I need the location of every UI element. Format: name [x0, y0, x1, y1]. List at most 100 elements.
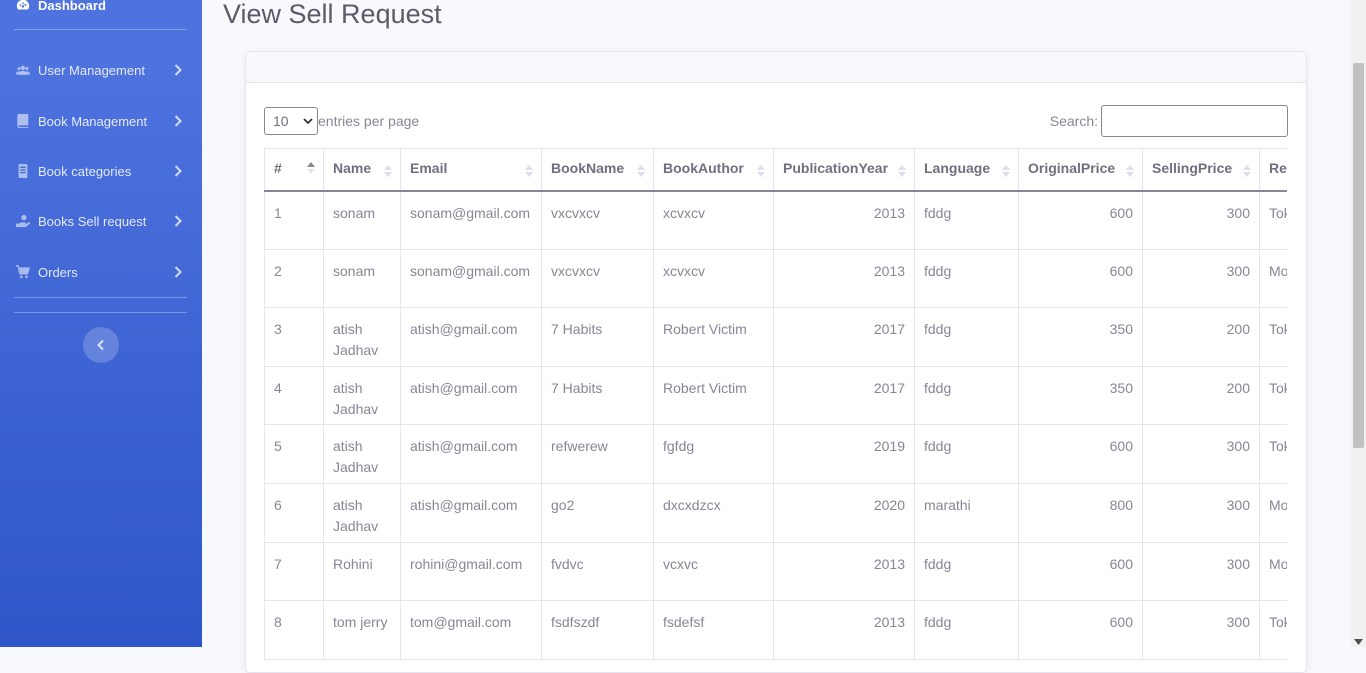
sidebar-item-books-sell-request[interactable]: Books Sell request — [0, 206, 202, 236]
cell-language: fddg — [914, 190, 1019, 250]
cell-publicationyear: 2013 — [773, 600, 915, 660]
cell-publicationyear: 2013 — [773, 541, 915, 602]
cell-originalprice: 350 — [1018, 365, 1143, 426]
cell-name: atish Jadhav — [323, 424, 401, 484]
cell-email: tom@gmail.com — [400, 600, 542, 660]
sidebar-dashboard-link[interactable]: Dashboard — [16, 0, 106, 14]
book-icon — [16, 114, 30, 128]
cell-language: fddg — [914, 307, 1019, 367]
chevron-right-icon — [174, 214, 184, 228]
cell-number: 7 — [264, 541, 324, 602]
sort-icon — [384, 165, 392, 177]
cell-language: marathi — [914, 482, 1019, 543]
column-header-re[interactable]: Re — [1259, 148, 1287, 192]
sidebar-item-orders[interactable]: Orders — [0, 257, 202, 287]
cell-email: sonam@gmail.com — [400, 248, 542, 309]
cell-publicationyear: 2019 — [773, 424, 915, 484]
cell-bookauthor: vcxvc — [653, 541, 774, 602]
sidebar-item-label: User Management — [38, 62, 145, 78]
search-label: Search: — [1049, 113, 1098, 129]
table-header-row: # Name Email BookName BookAuthor Publica… — [264, 148, 1287, 192]
cell-language: fddg — [914, 541, 1019, 602]
cell-email: atish@gmail.com — [400, 365, 542, 426]
page-scrollbar[interactable] — [1351, 0, 1366, 647]
table-search: Search: — [1050, 105, 1288, 137]
column-header-bookname[interactable]: BookName — [541, 148, 654, 192]
sidebar-item-book-management[interactable]: Book Management — [0, 106, 202, 136]
cell-bookname: fvdvc — [541, 541, 654, 602]
hand-holding-icon — [16, 214, 30, 228]
scroll-down-arrow-icon[interactable] — [1354, 639, 1363, 645]
entries-per-page-select[interactable]: 10 — [264, 107, 318, 135]
cell-name: atish Jadhav — [323, 482, 401, 543]
sidebar: Dashboard User Management Book Managemen… — [0, 0, 202, 647]
cell-re: Tok — [1259, 307, 1287, 367]
sort-ascending-icon — [307, 162, 315, 174]
sidebar-toggle-button[interactable] — [83, 327, 119, 363]
cell-originalprice: 600 — [1018, 248, 1143, 309]
cell-re: Tok — [1259, 190, 1287, 250]
cell-email: rohini@gmail.com — [400, 541, 542, 602]
cell-language: fddg — [914, 424, 1019, 484]
column-header-publicationyear[interactable]: PublicationYear — [773, 148, 915, 192]
cell-re: Mo — [1259, 482, 1287, 543]
cell-bookname: vxcvxcv — [541, 248, 654, 309]
sidebar-item-label: Book Management — [38, 113, 148, 129]
sidebar-item-user-management[interactable]: User Management — [0, 55, 202, 85]
page-title: View Sell Request — [223, 0, 442, 29]
sidebar-item-book-categories[interactable]: Book categories — [0, 156, 202, 186]
cell-bookauthor: fgfdg — [653, 424, 774, 484]
cell-language: fddg — [914, 365, 1019, 426]
chevron-right-icon — [174, 265, 184, 279]
cell-bookname: 7 Habits — [541, 365, 654, 426]
chevron-down-icon — [303, 117, 313, 125]
cell-publicationyear: 2013 — [773, 190, 915, 250]
book-open-icon — [16, 164, 30, 178]
entries-per-page-label: entries per page — [318, 113, 420, 129]
table-scroll-container[interactable]: # Name Email BookName BookAuthor Publica… — [264, 148, 1287, 660]
cell-language: fddg — [914, 600, 1019, 660]
sell-request-table: # Name Email BookName BookAuthor Publica… — [264, 148, 1287, 660]
table-row: 4 atish Jadhav atish@gmail.com 7 Habits … — [264, 365, 1287, 426]
cell-re: Mo — [1259, 541, 1287, 602]
sort-icon — [637, 165, 645, 177]
cell-originalprice: 600 — [1018, 190, 1143, 250]
column-header-originalprice[interactable]: OriginalPrice — [1018, 148, 1143, 192]
table-row: 6 atish Jadhav atish@gmail.com go2 dxcxd… — [264, 482, 1287, 543]
table-controls: 10 entries per page Search: — [264, 105, 1288, 137]
entries-length-control: 10 entries per page — [264, 107, 419, 135]
table-row: 5 atish Jadhav atish@gmail.com refwerew … — [264, 424, 1287, 484]
sort-icon — [1126, 165, 1134, 177]
cell-bookauthor: xcvxcv — [653, 190, 774, 250]
cell-originalprice: 600 — [1018, 541, 1143, 602]
cell-number: 1 — [264, 190, 324, 250]
column-header-bookauthor[interactable]: BookAuthor — [653, 148, 774, 192]
users-icon — [16, 63, 30, 77]
cell-sellingprice: 300 — [1142, 600, 1260, 660]
sidebar-item-label: Books Sell request — [38, 213, 147, 229]
cell-bookauthor: Robert Victim — [653, 307, 774, 367]
cell-re: Tok — [1259, 424, 1287, 484]
sort-icon — [1002, 165, 1010, 177]
table-row: 2 sonam sonam@gmail.com vxcvxcv xcvxcv 2… — [264, 248, 1287, 309]
cell-re: Tok — [1259, 600, 1287, 660]
cell-bookname: go2 — [541, 482, 654, 543]
column-header-number[interactable]: # — [264, 148, 324, 192]
cell-name: sonam — [323, 248, 401, 309]
cell-name: atish Jadhav — [323, 307, 401, 367]
sort-icon — [1243, 165, 1251, 177]
scrollbar-thumb[interactable] — [1353, 63, 1364, 448]
sort-icon — [757, 165, 765, 177]
cell-sellingprice: 300 — [1142, 190, 1260, 250]
sidebar-brand-label: Dashboard — [38, 0, 106, 13]
cell-publicationyear: 2020 — [773, 482, 915, 543]
column-header-language[interactable]: Language — [914, 148, 1019, 192]
cell-bookname: vxcvxcv — [541, 190, 654, 250]
column-header-sellingprice[interactable]: SellingPrice — [1142, 148, 1260, 192]
cell-bookauthor: xcvxcv — [653, 248, 774, 309]
cell-number: 8 — [264, 600, 324, 660]
search-input[interactable] — [1101, 105, 1288, 137]
column-header-email[interactable]: Email — [400, 148, 542, 192]
table-row: 7 Rohini rohini@gmail.com fvdvc vcxvc 20… — [264, 541, 1287, 602]
column-header-name[interactable]: Name — [323, 148, 401, 192]
